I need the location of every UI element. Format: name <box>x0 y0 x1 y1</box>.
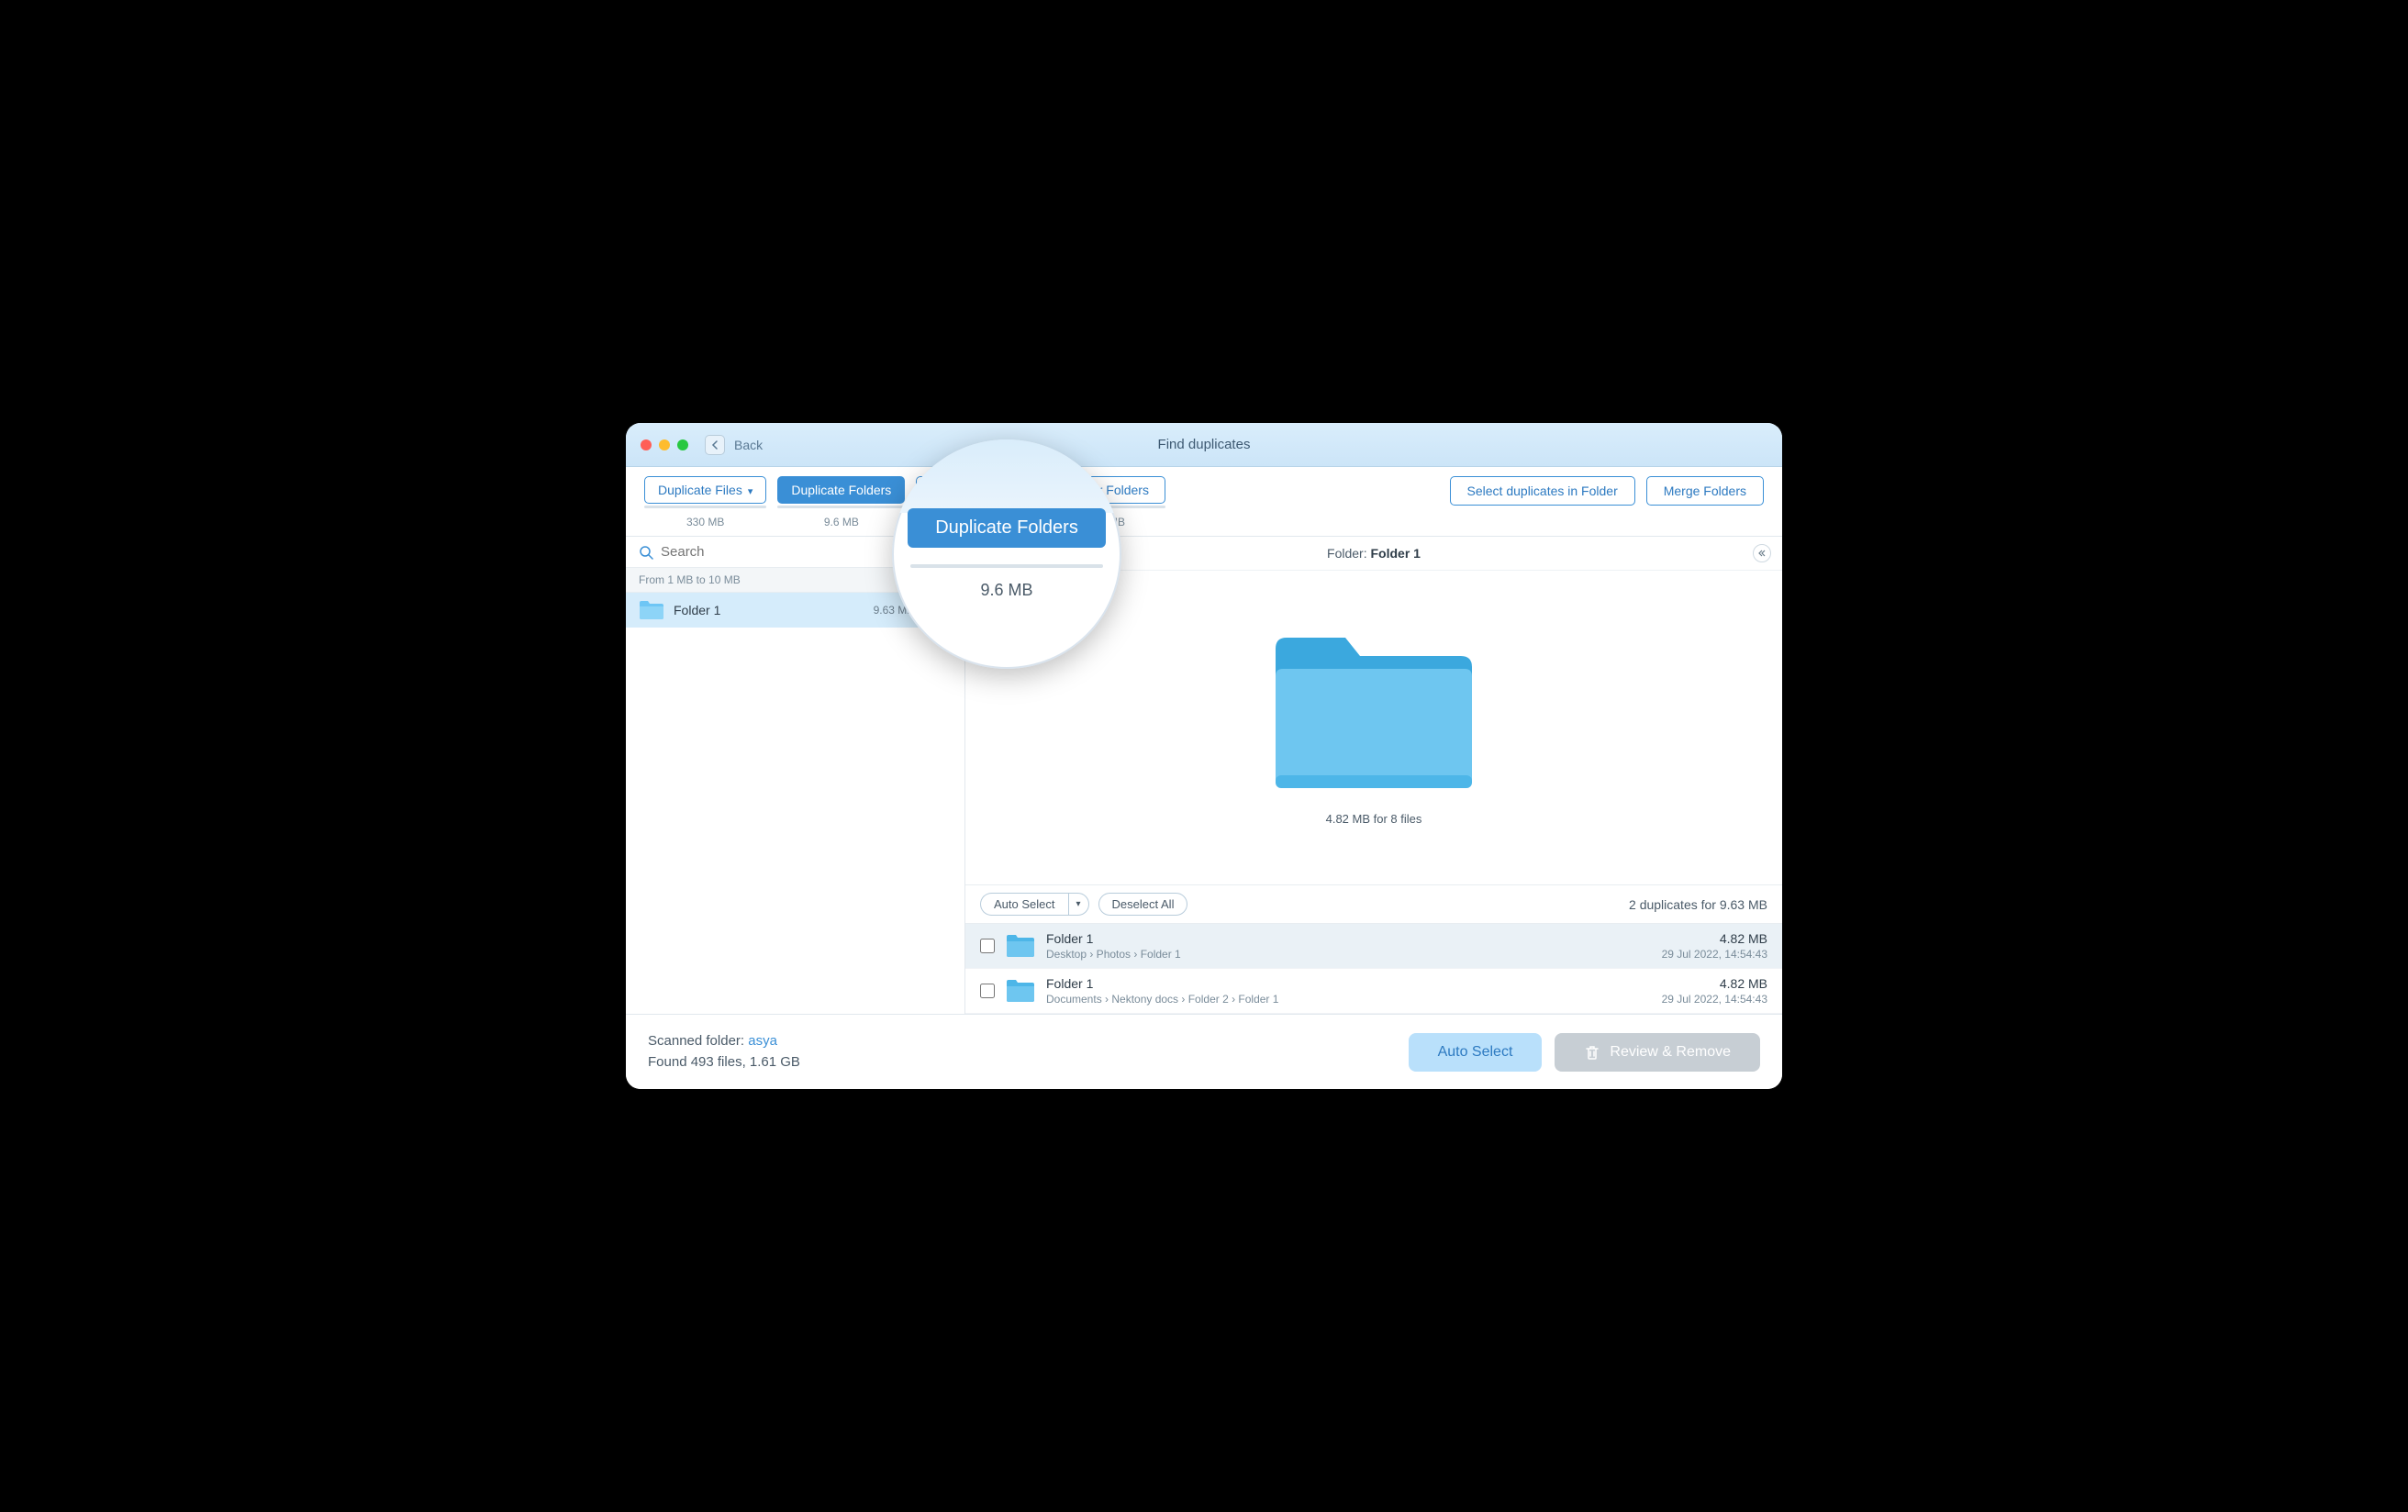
minimize-window-button[interactable] <box>659 439 670 450</box>
folder-preview-icon <box>1268 630 1479 795</box>
duplicate-info: Folder 1 Documents › Nektony docs › Fold… <box>1046 976 1651 1006</box>
duplicate-info: Folder 1 Desktop › Photos › Folder 1 <box>1046 931 1651 961</box>
folder-icon <box>1006 979 1035 1003</box>
duplicate-name: Folder 1 <box>1046 976 1651 991</box>
review-remove-label: Review & Remove <box>1610 1044 1731 1061</box>
duplicate-path: Documents › Nektony docs › Folder 2 › Fo… <box>1046 993 1651 1006</box>
duplicate-list: Folder 1 Desktop › Photos › Folder 1 4.8… <box>965 924 1782 1014</box>
traffic-lights <box>641 439 688 450</box>
duplicate-size: 4.82 MB <box>1662 931 1767 946</box>
tab-size-label: 330 MB <box>686 516 724 536</box>
titlebar: Back Find duplicates <box>626 423 1782 467</box>
auto-select-button[interactable]: Auto Select <box>980 893 1068 916</box>
footer: Scanned folder: asya Found 493 files, 1.… <box>626 1014 1782 1089</box>
duplicate-toolbar: Auto Select ▾ Deselect All 2 duplicates … <box>965 884 1782 924</box>
maximize-window-button[interactable] <box>677 439 688 450</box>
content: From 1 MB to 10 MB Folder 1 9.63 MB 2 Fo… <box>626 537 1782 1014</box>
select-duplicates-in-folder-button[interactable]: Select duplicates in Folder <box>1450 476 1635 506</box>
tab-progress-bar <box>777 506 905 508</box>
chevron-left-icon <box>705 435 725 455</box>
duplicate-date: 29 Jul 2022, 14:54:43 <box>1662 993 1767 1006</box>
duplicate-checkbox[interactable] <box>980 939 995 953</box>
footer-info: Scanned folder: asya Found 493 files, 1.… <box>648 1031 800 1073</box>
duplicate-path: Desktop › Photos › Folder 1 <box>1046 948 1651 961</box>
duplicate-date: 29 Jul 2022, 14:54:43 <box>1662 948 1767 961</box>
scanned-folder-link[interactable]: asya <box>748 1033 777 1049</box>
auto-select-dropdown[interactable]: ▾ <box>1068 893 1089 916</box>
magnified-size: 9.6 MB <box>980 581 1032 600</box>
tab-duplicate-folders[interactable]: Duplicate Folders 9.6 MB <box>777 476 905 536</box>
magnified-tab: Duplicate Folders <box>908 508 1106 548</box>
tab-duplicate-files[interactable]: Duplicate Files 330 MB <box>644 476 766 536</box>
trash-icon <box>1584 1044 1600 1061</box>
duplicate-row[interactable]: Folder 1 Desktop › Photos › Folder 1 4.8… <box>965 924 1782 969</box>
chevron-double-left-icon <box>1757 549 1767 558</box>
preview-header-name: Folder 1 <box>1371 546 1421 561</box>
folder-icon <box>639 600 664 620</box>
close-window-button[interactable] <box>641 439 652 450</box>
duplicate-size: 4.82 MB <box>1662 976 1767 991</box>
duplicate-meta: 4.82 MB 29 Jul 2022, 14:54:43 <box>1662 931 1767 961</box>
tab-label: Duplicate Folders <box>791 483 891 497</box>
preview-caption: 4.82 MB for 8 files <box>1326 812 1422 826</box>
preview-header-prefix: Folder: <box>1327 546 1370 561</box>
duplicate-meta: 4.82 MB 29 Jul 2022, 14:54:43 <box>1662 976 1767 1006</box>
duplicate-summary: 2 duplicates for 9.63 MB <box>1629 897 1767 912</box>
review-remove-button[interactable]: Review & Remove <box>1555 1033 1760 1072</box>
window-title: Find duplicates <box>1158 437 1251 452</box>
tab-progress-bar <box>644 506 766 508</box>
duplicate-row[interactable]: Folder 1 Documents › Nektony docs › Fold… <box>965 969 1782 1014</box>
back-label: Back <box>734 438 763 452</box>
auto-select-split-button: Auto Select ▾ <box>980 893 1089 916</box>
duplicate-name: Folder 1 <box>1046 931 1651 946</box>
tab-size-label: 9.6 MB <box>824 516 859 536</box>
found-summary: Found 493 files, 1.61 GB <box>648 1052 800 1073</box>
chevron-down-icon <box>748 483 753 497</box>
tab-label: Duplicate Files <box>658 483 742 497</box>
tabs-toolbar: Duplicate Files 330 MB Duplicate Folders… <box>626 467 1782 537</box>
folder-name: Folder 1 <box>674 603 864 617</box>
duplicate-checkbox[interactable] <box>980 984 995 998</box>
deselect-all-button[interactable]: Deselect All <box>1098 893 1188 916</box>
back-button[interactable]: Back <box>705 435 763 455</box>
scanned-prefix: Scanned folder: <box>648 1033 748 1049</box>
merge-folders-button[interactable]: Merge Folders <box>1646 476 1764 506</box>
app-window: Back Find duplicates Duplicate Files 330… <box>626 423 1782 1089</box>
footer-auto-select-button[interactable]: Auto Select <box>1409 1033 1543 1072</box>
collapse-preview-button[interactable] <box>1753 544 1771 562</box>
magnified-progress-bar <box>910 564 1103 568</box>
folder-icon <box>1006 934 1035 958</box>
search-icon <box>639 545 653 560</box>
magnifier-overlay: Duplicate Folders 9.6 MB <box>892 439 1121 669</box>
